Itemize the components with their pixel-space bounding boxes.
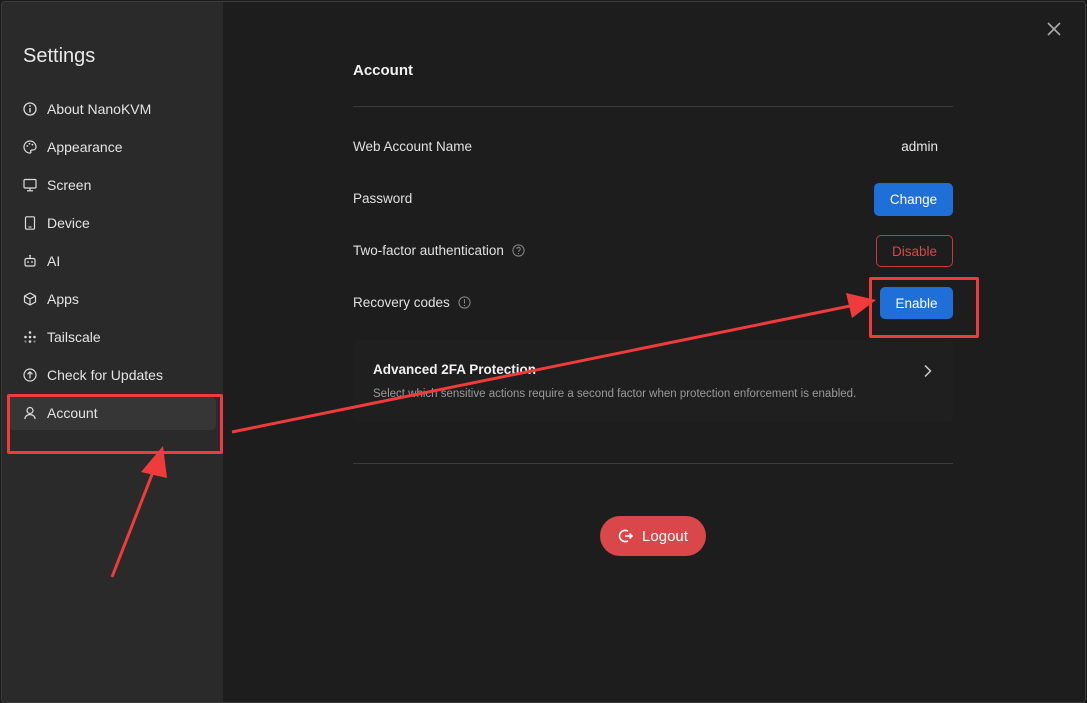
sidebar-item-label: Screen: [47, 177, 92, 193]
sidebar-item-ai[interactable]: AI: [8, 244, 216, 278]
change-password-button[interactable]: Change: [874, 183, 953, 216]
two-factor-row-label: Two-factor authentication: [353, 243, 525, 258]
logout-icon: [618, 529, 634, 543]
sidebar-item-label: Account: [47, 405, 98, 421]
divider: [353, 106, 953, 107]
info-circle-icon: [23, 102, 37, 116]
two-factor-label: Two-factor authentication: [353, 243, 504, 258]
sidebar-item-label: Appearance: [47, 139, 123, 155]
palette-icon: [23, 140, 37, 154]
monitor-icon: [23, 178, 37, 192]
sidebar-title: Settings: [23, 45, 96, 67]
sidebar-item-account[interactable]: Account: [8, 396, 216, 430]
info-icon[interactable]: [458, 296, 471, 309]
sidebar-item-check-updates[interactable]: Check for Updates: [8, 358, 216, 392]
sidebar-item-device[interactable]: Device: [8, 206, 216, 240]
arrow-up-circle-icon: [23, 368, 37, 382]
help-icon[interactable]: [512, 244, 525, 257]
page-title: Account: [353, 62, 413, 79]
logout-label: Logout: [642, 527, 688, 545]
chevron-right-icon: [924, 364, 932, 378]
advanced-2fa-card[interactable]: Advanced 2FA Protection Select which sen…: [353, 340, 953, 422]
sidebar-item-label: Apps: [47, 291, 79, 307]
tailscale-icon: [24, 331, 36, 343]
sidebar-item-label: AI: [47, 253, 61, 269]
device-icon: [24, 216, 36, 230]
sidebar-item-label: Check for Updates: [47, 367, 163, 383]
user-icon: [24, 406, 36, 420]
advanced-2fa-title: Advanced 2FA Protection: [373, 362, 537, 377]
recovery-codes-row-label: Recovery codes: [353, 295, 471, 310]
sidebar-item-label: About NanoKVM: [47, 101, 152, 117]
robot-icon: [24, 254, 36, 267]
close-icon[interactable]: [1045, 20, 1063, 38]
settings-window: Settings About NanoKVM Appearance Screen…: [1, 1, 1086, 703]
sidebar-item-about[interactable]: About NanoKVM: [8, 92, 216, 126]
cube-icon: [23, 292, 37, 306]
web-account-name-label: Web Account Name: [353, 139, 473, 154]
enable-recovery-codes-button[interactable]: Enable: [880, 287, 953, 319]
sidebar-item-appearance[interactable]: Appearance: [8, 130, 216, 164]
sidebar-nav: About NanoKVM Appearance Screen Device A…: [8, 92, 216, 434]
divider: [353, 463, 953, 464]
sidebar-item-screen[interactable]: Screen: [8, 168, 216, 202]
sidebar-item-label: Tailscale: [47, 329, 101, 345]
sidebar: Settings About NanoKVM Appearance Screen…: [2, 2, 223, 702]
advanced-2fa-description: Select which sensitive actions require a…: [373, 388, 857, 400]
disable-2fa-button[interactable]: Disable: [876, 235, 953, 267]
logout-button[interactable]: Logout: [600, 516, 706, 556]
web-account-name-value: admin: [901, 139, 938, 154]
sidebar-item-tailscale[interactable]: Tailscale: [8, 320, 216, 354]
sidebar-item-apps[interactable]: Apps: [8, 282, 216, 316]
recovery-codes-label: Recovery codes: [353, 295, 450, 310]
password-label: Password: [353, 191, 413, 206]
sidebar-item-label: Device: [47, 215, 90, 231]
